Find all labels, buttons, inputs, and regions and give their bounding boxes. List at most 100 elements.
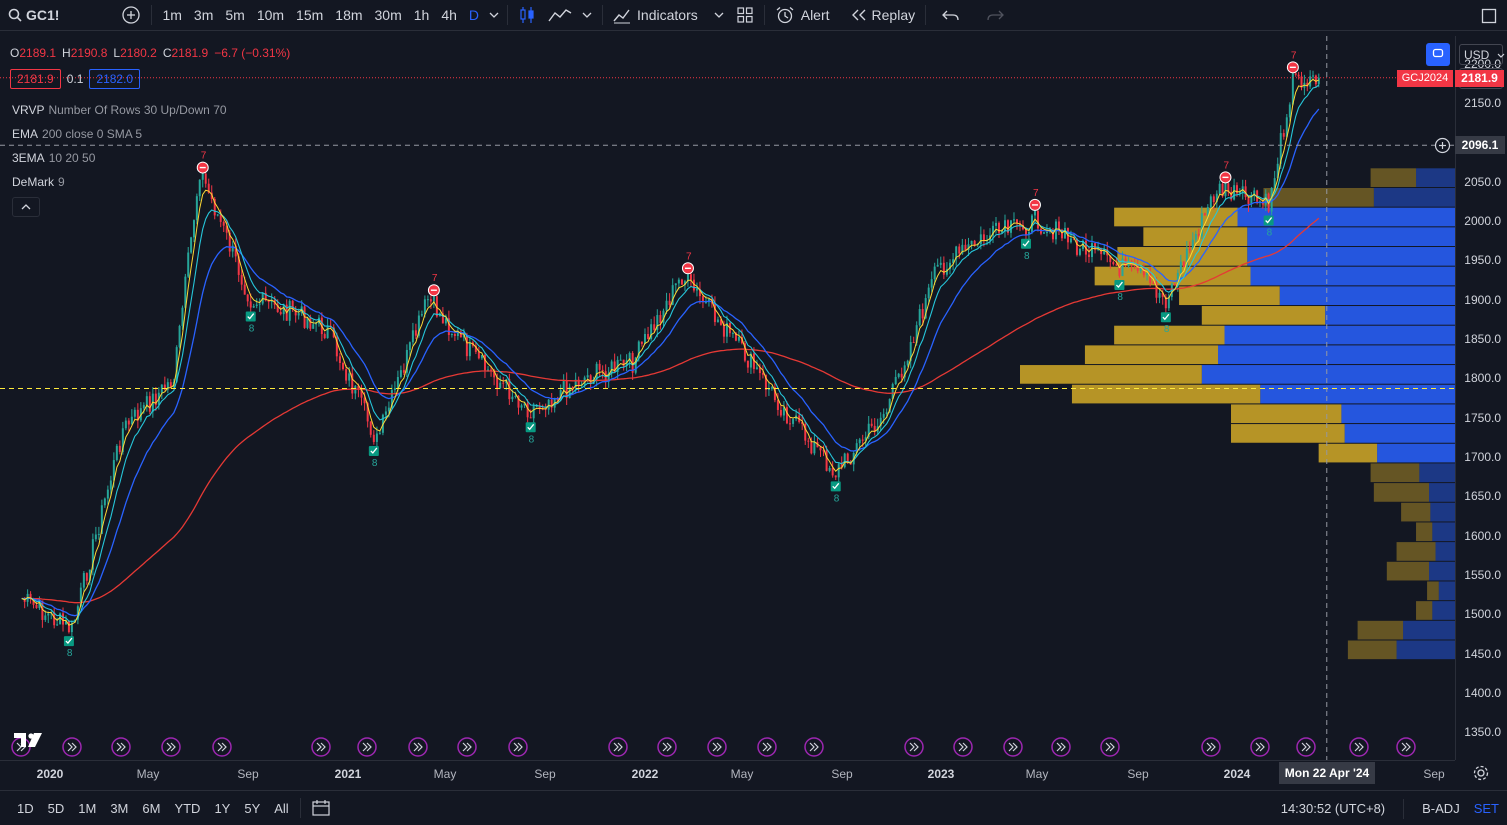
add-alert-plus-icon[interactable] [1434, 137, 1451, 159]
interval-1h[interactable]: 1h [408, 0, 436, 31]
range-all[interactable]: All [267, 801, 295, 816]
interval-30m[interactable]: 30m [369, 0, 408, 31]
alert-button[interactable]: Alert [769, 0, 836, 31]
demark-count-label: 8 [1024, 251, 1030, 262]
auto-scale-button[interactable] [1426, 43, 1450, 66]
indicator-legend-ema[interactable]: EMA 200 close 0 SMA 5 [12, 127, 142, 141]
indicators-button[interactable]: Indicators [607, 0, 730, 31]
chart-pane[interactable]: 7 7 7 7 7 7 8 8 8 8 8 8 8 8 8 [0, 36, 1455, 760]
clock-timezone[interactable]: 14:30:52 (UTC+8) [1281, 801, 1385, 816]
line-chart-type-button[interactable] [542, 0, 598, 31]
candle-body [810, 441, 813, 454]
candle-body [1294, 73, 1297, 75]
candle-body [1012, 219, 1015, 221]
range-3m[interactable]: 3M [103, 801, 135, 816]
interval-5m[interactable]: 5m [219, 0, 250, 31]
adjustment-toggle[interactable]: B-ADJ [1422, 801, 1460, 816]
candle-body [994, 222, 997, 226]
candle-body [56, 624, 59, 626]
volume-profile-down-bar [1370, 463, 1420, 483]
indicators-icon [613, 6, 631, 24]
range-1d[interactable]: 1D [10, 801, 41, 816]
range-1m[interactable]: 1M [71, 801, 103, 816]
buy-price-button[interactable]: 2182.0 [89, 69, 141, 89]
toolbar-divider [151, 5, 153, 25]
candle-body [375, 433, 378, 442]
range-6m[interactable]: 6M [135, 801, 167, 816]
candle-body [348, 373, 351, 381]
range-1y[interactable]: 1Y [207, 801, 237, 816]
candle-body [1194, 233, 1197, 240]
time-tick-label: May [136, 767, 160, 781]
volume-profile-down-bar [1401, 502, 1431, 522]
interval-d[interactable]: D [463, 0, 485, 31]
event-arrow [809, 742, 815, 752]
interval-dropdown-button[interactable] [485, 0, 503, 31]
candle-body [1152, 282, 1155, 284]
candle-body [695, 289, 698, 291]
candle-body [789, 423, 792, 425]
volume-profile-down-bar [1396, 542, 1436, 561]
candle-body [689, 274, 692, 280]
interval-3m[interactable]: 3m [188, 0, 219, 31]
candle-body [1063, 227, 1066, 239]
candle-body [979, 234, 982, 245]
interval-1m[interactable]: 1m [156, 0, 187, 31]
candles-chart-type-button[interactable] [512, 0, 542, 31]
price-chart-canvas[interactable]: 7 7 7 7 7 7 8 8 8 8 8 8 8 8 8 [0, 36, 1455, 760]
currency-selector[interactable]: USD [1459, 44, 1505, 65]
volume-profile-down-bar [1114, 207, 1238, 227]
candle-body [408, 342, 411, 350]
volume-profile-down-bar [1370, 168, 1417, 187]
candle-body [109, 480, 112, 490]
interval-15m[interactable]: 15m [290, 0, 329, 31]
sell-price-button[interactable]: 2181.9 [10, 69, 61, 89]
interval-10m[interactable]: 10m [251, 0, 290, 31]
interval-18m[interactable]: 18m [329, 0, 368, 31]
candle-body [1158, 292, 1161, 298]
layouts-button[interactable] [730, 0, 760, 31]
undo-button[interactable] [936, 0, 966, 31]
indicator-legend-demark[interactable]: DeMark 9 [12, 175, 65, 189]
range-5y[interactable]: 5Y [237, 801, 267, 816]
plus-circle-icon [121, 5, 141, 25]
chart-settings-button[interactable] [1472, 764, 1490, 787]
candle-body [526, 403, 529, 418]
event-arrow [67, 742, 73, 752]
redo-button[interactable] [980, 0, 1010, 31]
time-axis[interactable]: Sep May 2024 Sep May 2023 Sep May 2022 Sep May 2021… [0, 760, 1455, 787]
candle-body [402, 370, 405, 373]
go-to-date-button[interactable] [305, 793, 337, 824]
range-ytd[interactable]: YTD [167, 801, 207, 816]
demark-count-label: 7 [201, 151, 207, 162]
candle-body [1212, 196, 1215, 203]
volume-profile-down-bar [1416, 522, 1433, 542]
candle-body [921, 309, 924, 319]
fullscreen-button[interactable] [1475, 6, 1503, 26]
price-tick-label: 1950.0 [1464, 253, 1501, 268]
indicator-legend-3ema[interactable]: 3EMA 10 20 50 [12, 151, 95, 165]
compare-symbol-button[interactable] [115, 0, 147, 31]
indicator-name: VRVP [12, 103, 45, 117]
undo-icon [942, 8, 960, 22]
candle-body [807, 440, 810, 442]
demark-count-label: 7 [432, 273, 438, 284]
bottom-right-group: 14:30:52 (UTC+8) B-ADJ SET [1281, 791, 1499, 825]
collapse-legend-button[interactable] [12, 197, 40, 217]
session-toggle[interactable]: SET [1474, 801, 1499, 816]
volume-profile-up-bar [1435, 542, 1455, 561]
interval-4h[interactable]: 4h [435, 0, 463, 31]
event-arrow [1105, 742, 1111, 752]
symbol-price-label: GCJ2024 [1397, 69, 1453, 87]
range-5d[interactable]: 5D [41, 801, 72, 816]
symbol-search-button[interactable]: GC1! [0, 0, 65, 31]
price-tick-label: 2150.0 [1464, 95, 1501, 110]
replay-button[interactable]: Replay [844, 0, 922, 31]
indicator-params: Number Of Rows 30 Up/Down 70 [48, 103, 227, 117]
candle-body [496, 377, 499, 389]
indicator-legend-vrvp[interactable]: VRVP Number Of Rows 30 Up/Down 70 [12, 103, 227, 117]
toolbar-divider [1403, 798, 1405, 819]
candle-body [178, 325, 181, 348]
candle-body [970, 240, 973, 245]
volume-profile-down-bar [1347, 640, 1397, 660]
